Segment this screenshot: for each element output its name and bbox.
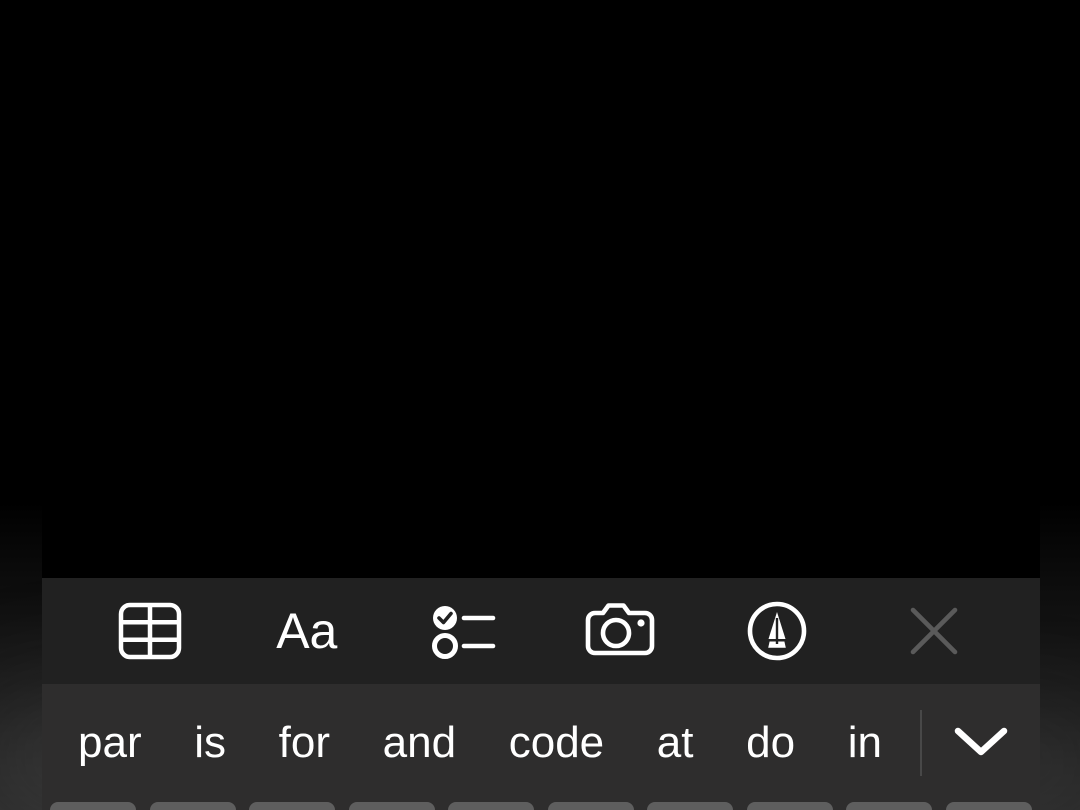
keyboard-key[interactable] [945,802,1032,810]
camera-button[interactable] [572,578,668,684]
suggestion-word[interactable]: do [736,715,805,771]
predictive-suggestion-bar: par is for and code at do in [42,684,1040,802]
keyboard-key[interactable] [149,802,236,810]
collapse-keyboard-button[interactable] [922,684,1040,802]
keyboard-key[interactable] [448,802,535,810]
chevron-down-icon [950,721,1012,766]
close-icon [905,602,963,660]
close-button[interactable] [886,578,982,684]
checklist-icon [430,602,498,660]
note-editor-canvas[interactable] [42,0,1040,578]
keyboard-key[interactable] [348,802,435,810]
text-format-button[interactable]: Aa [259,578,355,684]
markup-button[interactable] [729,578,825,684]
keyboard-key[interactable] [50,802,136,810]
suggestion-word[interactable]: code [499,715,614,771]
suggestion-word[interactable]: and [373,715,466,771]
keyboard-key[interactable] [746,802,833,810]
keyboard-key[interactable] [647,802,734,810]
suggestion-word-list: par is for and code at do in [42,684,920,802]
keyboard-key[interactable] [846,802,933,810]
phone-screen: Aa par is for and code at do in [0,0,1080,810]
keyboard-key[interactable] [547,802,634,810]
suggestion-word[interactable]: in [838,715,892,771]
formatting-toolbar: Aa [42,578,1040,684]
suggestion-word[interactable]: at [647,715,704,771]
keyboard-key[interactable] [249,802,336,810]
table-button[interactable] [102,578,198,684]
suggestion-word[interactable]: par [68,715,152,771]
checklist-button[interactable] [416,578,512,684]
suggestion-word[interactable]: for [269,715,340,771]
suggestion-word[interactable]: is [184,715,236,771]
text-format-icon: Aa [276,603,338,659]
markup-pen-icon [746,600,808,662]
table-icon [118,602,182,660]
keyboard-top-row [42,802,1040,810]
camera-icon [584,602,656,660]
